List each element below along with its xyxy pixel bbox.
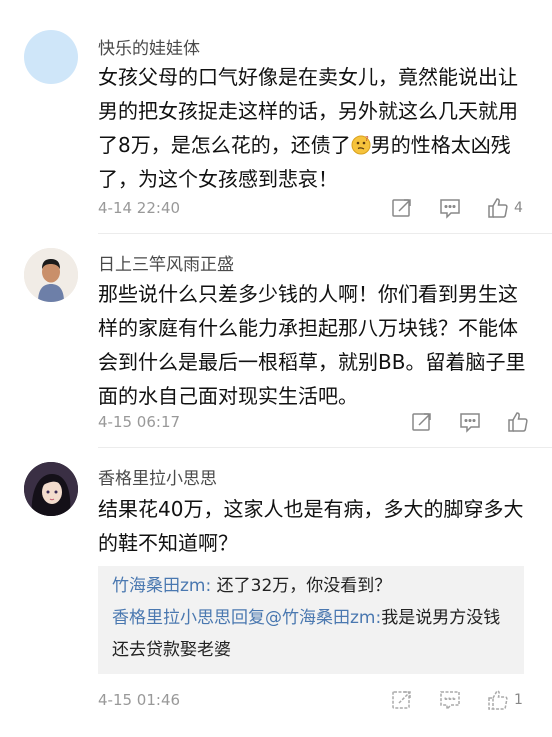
comment-meta: 4-15 01:46 1 bbox=[98, 688, 530, 712]
comment-actions: 1 bbox=[390, 688, 530, 712]
divider bbox=[98, 447, 552, 448]
comment-icon[interactable] bbox=[438, 196, 462, 220]
like-count: 1 bbox=[514, 692, 523, 708]
comment-icon[interactable] bbox=[438, 688, 462, 712]
reply-text: 还了32万，你没看到？ bbox=[211, 576, 392, 596]
avatar[interactable] bbox=[24, 248, 78, 302]
share-icon[interactable] bbox=[390, 688, 414, 712]
comment-icon[interactable] bbox=[458, 410, 482, 434]
like-icon[interactable] bbox=[486, 196, 510, 220]
comment-meta: 4-14 22:40 4 bbox=[98, 196, 530, 220]
comment-actions bbox=[410, 410, 530, 434]
comment-username[interactable]: 日上三竿风雨正盛 bbox=[98, 250, 234, 275]
reply-item: 竹海桑田zm: 还了32万，你没看到？ bbox=[112, 570, 510, 602]
comment-meta: 4-15 06:17 bbox=[98, 410, 530, 434]
reply-item: 香格里拉小思思回复@竹海桑田zm:我是说男方没钱还去贷款娶老婆 bbox=[112, 602, 510, 666]
comment-time: 4-15 01:46 bbox=[98, 691, 181, 709]
svg-text:?: ? bbox=[365, 135, 369, 143]
share-icon[interactable] bbox=[390, 196, 414, 220]
like-count: 4 bbox=[514, 200, 523, 216]
comment-time: 4-14 22:40 bbox=[98, 199, 181, 217]
comment-text: 那些说什么只差多少钱的人啊！你们看到男生这样的家庭有什么能力承担起那八万块钱？不… bbox=[98, 282, 526, 408]
comment-username[interactable]: 香格里拉小思思 bbox=[98, 464, 217, 489]
like-icon[interactable] bbox=[506, 410, 530, 434]
divider bbox=[98, 233, 552, 234]
comment-text: 女孩父母的口气好像是在卖女儿，竟然能说出让男的把女孩捉走这样的话，另外就这么几天… bbox=[98, 60, 528, 196]
comment-username[interactable]: 快乐的娃娃体 bbox=[98, 34, 200, 59]
comment-time: 4-15 06:17 bbox=[98, 413, 181, 431]
reply-username[interactable]: 竹海桑田zm: bbox=[112, 576, 211, 596]
comment-text: 结果花40万，这家人也是有病，多大的脚穿多大的鞋不知道啊？ bbox=[98, 497, 524, 555]
comment-actions: 4 bbox=[390, 196, 530, 220]
thinking-face-emoji: ? bbox=[351, 131, 371, 155]
like-icon[interactable] bbox=[486, 688, 510, 712]
avatar[interactable] bbox=[24, 462, 78, 516]
share-icon[interactable] bbox=[410, 410, 434, 434]
reply-username[interactable]: 香格里拉小思思回复@竹海桑田zm: bbox=[112, 608, 381, 628]
reply-box[interactable]: 竹海桑田zm: 还了32万，你没看到？ 香格里拉小思思回复@竹海桑田zm:我是说… bbox=[98, 566, 524, 674]
avatar[interactable] bbox=[24, 30, 78, 84]
